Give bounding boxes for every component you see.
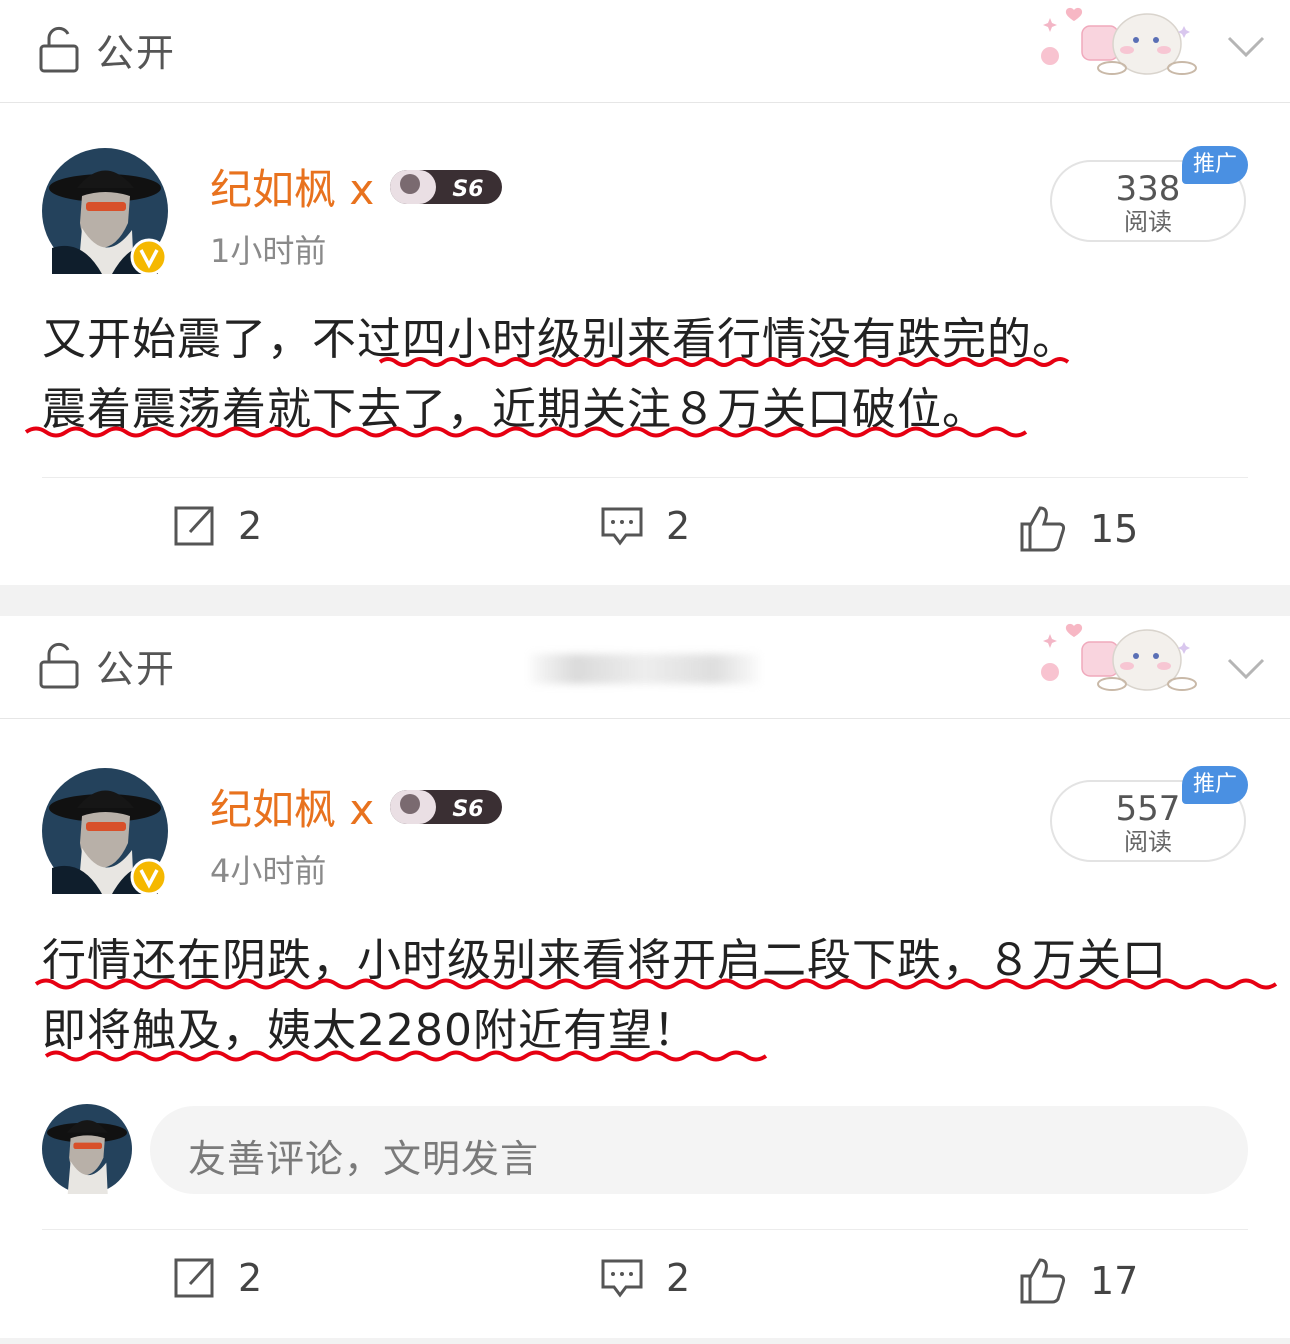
comment-button[interactable]: 2 — [600, 504, 690, 548]
read-label: 阅读 — [1124, 828, 1172, 856]
verified-v-icon — [130, 238, 168, 276]
like-button[interactable]: 17 — [1018, 1256, 1138, 1306]
fan-level-badge: S6 — [390, 169, 503, 204]
author-row: 纪如枫 x S6 — [210, 776, 504, 837]
comment-placeholder: 友善评论，文明发言 — [188, 1137, 540, 1181]
blurred-watermark — [530, 654, 760, 684]
read-label: 阅读 — [1124, 208, 1172, 236]
like-icon — [1020, 506, 1066, 552]
repost-count: 2 — [238, 1256, 263, 1300]
post-text-line: 震着震荡着就下去了，近期关注８万关口破位。 — [42, 384, 987, 435]
fan-badge-text: S6 — [453, 797, 484, 822]
post-text: 又开始震了，不过四小时级别来看行情没有跌完的。 震着震荡着就下去了，近期关注８万… — [42, 305, 1262, 445]
fan-level-badge: S6 — [390, 789, 503, 824]
lock-open-icon — [39, 642, 79, 688]
comment-button[interactable]: 2 — [600, 1256, 690, 1300]
action-bar: 2 2 17 — [42, 1229, 1248, 1335]
like-count: 15 — [1090, 507, 1139, 551]
post-topbar: 公开 — [0, 0, 1290, 103]
repost-button[interactable]: 2 — [172, 504, 262, 548]
visibility-label: 公开 — [96, 647, 177, 691]
commenter-avatar — [42, 1104, 132, 1194]
post-time: 4小时前 — [210, 852, 327, 890]
chevron-down-icon[interactable] — [1226, 34, 1266, 60]
action-bar: 2 2 15 — [42, 477, 1248, 583]
comment-count: 2 — [666, 1256, 691, 1300]
sticker-decoration — [1041, 623, 1197, 691]
like-icon — [1020, 1258, 1066, 1304]
post-separator — [0, 1338, 1290, 1344]
visibility-label: 公开 — [96, 31, 177, 75]
repost-icon — [174, 1258, 214, 1298]
post-topbar: 公开 — [0, 616, 1290, 719]
chevron-down-icon[interactable] — [1226, 656, 1266, 682]
author-row: 纪如枫 x S6 — [210, 156, 504, 217]
like-button[interactable]: 15 — [1018, 504, 1138, 554]
post-text: 行情还在阴跌，小时级别来看将开启二段下跌，８万关口 即将触及，姨太2280附近有… — [42, 926, 1262, 1066]
sticker-decoration — [1041, 7, 1197, 75]
visibility-toggle[interactable]: 公开 — [38, 638, 176, 693]
visibility-toggle[interactable]: 公开 — [38, 22, 176, 77]
promote-badge[interactable]: 推广 — [1182, 146, 1248, 184]
post-card: 公开 纪如枫 x S6 1小时前 338 阅读 推广 又开始震了，不过四小时级别… — [0, 0, 1290, 585]
promote-badge[interactable]: 推广 — [1182, 766, 1248, 804]
post-card: 公开 纪如枫 x S6 4小时前 557 阅读 推广 行情还在阴跌，小时级别来看… — [0, 616, 1290, 1338]
post-text-line: 行情还在阴跌，小时级别来看将开启二段下跌，８万关口 — [42, 935, 1167, 986]
post-text-line: 即将触及，姨太2280附近有望！ — [42, 1005, 698, 1056]
post-separator — [0, 585, 1290, 616]
comment-count: 2 — [666, 504, 691, 548]
post-text-line: 又开始震了，不过四小时级别来看行情没有跌完的。 — [42, 314, 1077, 365]
repost-button[interactable]: 2 — [172, 1256, 262, 1300]
like-count: 17 — [1090, 1259, 1139, 1303]
comment-icon — [601, 507, 643, 546]
post-time: 1小时前 — [210, 232, 327, 270]
author-name[interactable]: 纪如枫 x — [210, 776, 374, 837]
verified-v-icon — [130, 858, 168, 896]
lock-open-icon — [39, 26, 79, 72]
repost-count: 2 — [238, 504, 263, 548]
comment-input[interactable]: 友善评论，文明发言 — [150, 1106, 1248, 1194]
repost-icon — [174, 506, 214, 546]
comment-icon — [601, 1259, 643, 1298]
author-name[interactable]: 纪如枫 x — [210, 156, 374, 217]
fan-badge-text: S6 — [453, 177, 484, 202]
